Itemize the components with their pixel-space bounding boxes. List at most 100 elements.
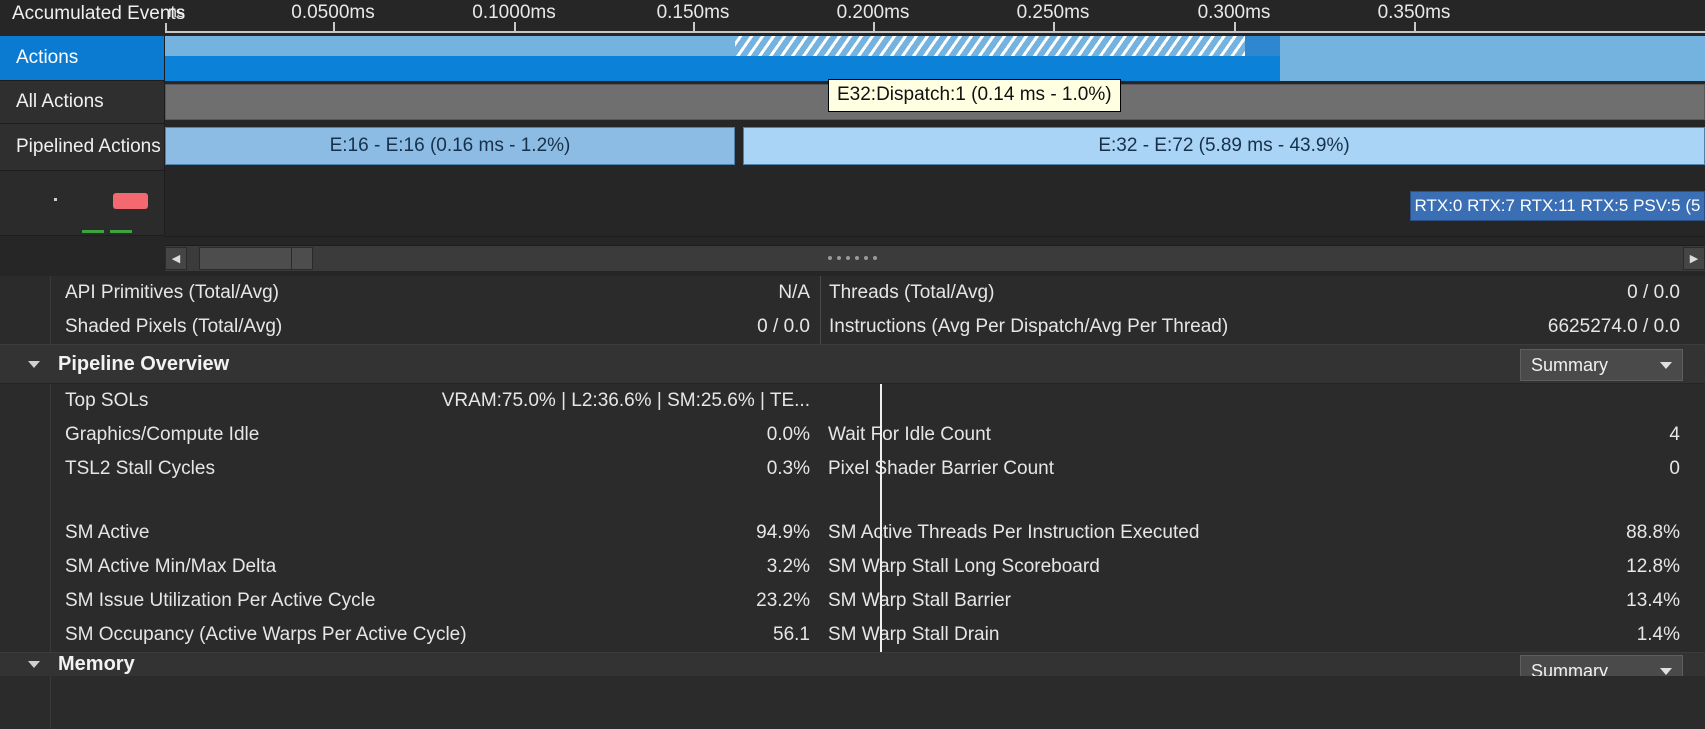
metric-label: Shaded Pixels (Total/Avg) xyxy=(65,316,283,337)
detail-panel: API Primitives (Total/Avg) N/A Threads (… xyxy=(0,276,1705,729)
metric-label: API Primitives (Total/Avg) xyxy=(65,282,279,303)
metric-label: Top SOLs xyxy=(65,390,149,411)
metric-value: 0 xyxy=(1669,458,1680,479)
metric-value: 0.0% xyxy=(766,424,810,445)
table-cell-left: SM Issue Utilization Per Active Cycle 23… xyxy=(0,584,820,618)
metric-label: SM Issue Utilization Per Active Cycle xyxy=(65,590,376,611)
section-title: Pipeline Overview xyxy=(58,352,230,375)
table-row[interactable]: SM Active 94.9% SM Active Threads Per In… xyxy=(0,516,1705,550)
actions-hatched-selection[interactable] xyxy=(735,36,1245,56)
ruler-tick-label: 0.300ms xyxy=(1197,2,1271,23)
metric-value: 12.8% xyxy=(1626,556,1680,577)
chevron-down-icon[interactable] xyxy=(1660,668,1672,675)
select-value: Summary xyxy=(1531,354,1609,375)
timeline-track-pipelined-actions[interactable]: E:16 - E:16 (0.16 ms - 1.2%) E:32 - E:72… xyxy=(165,124,1705,172)
timeline-row-actions[interactable]: Actions xyxy=(0,36,1705,82)
ruler-tick-label: 0.0500ms xyxy=(291,2,375,23)
marker-green-event[interactable] xyxy=(110,230,132,233)
table-cell-right: Threads (Total/Avg) 0 / 0.0 xyxy=(820,276,1705,310)
metric-label: SM Active Threads Per Instruction Execut… xyxy=(828,522,1200,543)
marker-red-event[interactable] xyxy=(113,193,148,209)
table-cell-right: Instructions (Avg Per Dispatch/Avg Per T… xyxy=(820,310,1705,344)
timeline-row-label: Actions xyxy=(16,47,79,68)
metric-value: 13.4% xyxy=(1626,590,1680,611)
metric-value: 94.9% xyxy=(756,522,810,543)
collapse-triangle-icon[interactable] xyxy=(28,360,40,368)
pipelined-bar[interactable]: E:16 - E:16 (0.16 ms - 1.2%) xyxy=(165,127,735,165)
ruler-tick-label: 0.200ms xyxy=(836,2,910,23)
timeline-track-extra[interactable]: RTX:0 RTX:7 RTX:11 RTX:5 PSV:5 (5 xyxy=(165,171,1705,237)
table-cell-right xyxy=(820,384,1705,418)
table-cell-right: SM Active Threads Per Instruction Execut… xyxy=(820,516,1705,550)
table-cell-left: SM Active Min/Max Delta 3.2% xyxy=(0,550,820,584)
ruler-tick-label: 0.1000ms xyxy=(472,2,556,23)
select-value: Summary xyxy=(1531,660,1609,677)
table-spacer xyxy=(0,486,1705,516)
metric-label: SM Active xyxy=(65,522,150,543)
section-header-pipeline-overview[interactable]: Pipeline Overview Summary xyxy=(0,344,1705,384)
metric-value: 0.3% xyxy=(766,458,810,479)
actions-selected-marker[interactable] xyxy=(1245,36,1280,56)
table-row[interactable]: API Primitives (Total/Avg) N/A Threads (… xyxy=(0,276,1705,310)
rtx-bar[interactable]: RTX:0 RTX:7 RTX:11 RTX:5 PSV:5 (5 xyxy=(1410,191,1705,221)
metric-label: SM Occupancy (Active Warps Per Active Cy… xyxy=(65,624,467,645)
metric-value: VRAM:75.0% | L2:36.6% | SM:25.6% | TE... xyxy=(441,390,810,411)
marker-green-event[interactable] xyxy=(82,230,104,233)
timeline-horizontal-scrollbar[interactable]: ◀ ▶ xyxy=(165,245,1705,271)
timeline-track-actions[interactable] xyxy=(165,36,1705,82)
metric-value: N/A xyxy=(778,282,810,303)
table-row[interactable]: TSL2 Stall Cycles 0.3% Pixel Shader Barr… xyxy=(0,452,1705,486)
pipelined-bar-label: E:32 - E:72 (5.89 ms - 43.9%) xyxy=(1098,135,1350,156)
marker-dot-icon xyxy=(54,198,57,201)
table-cell-left: API Primitives (Total/Avg) N/A xyxy=(0,276,820,310)
timeline-ruler[interactable]: ns 0.0500ms 0.1000ms 0.150ms 0.200ms 0.2… xyxy=(0,0,1705,36)
timeline-row-pipelined-actions[interactable]: Pipelined Actions E:16 - E:16 (0.16 ms -… xyxy=(0,124,1705,172)
metric-label: Instructions (Avg Per Dispatch/Avg Per T… xyxy=(829,316,1229,337)
metric-label: SM Warp Stall Long Scoreboard xyxy=(828,556,1100,577)
metric-value: 23.2% xyxy=(756,590,810,611)
timeline-row-extra[interactable]: RTX:0 RTX:7 RTX:11 RTX:5 PSV:5 (5 xyxy=(0,171,1705,237)
actions-band-light-tail xyxy=(1280,56,1705,81)
table-row[interactable]: SM Issue Utilization Per Active Cycle 23… xyxy=(0,584,1705,618)
chevron-down-icon[interactable] xyxy=(1660,362,1672,369)
metric-value: 88.8% xyxy=(1626,522,1680,543)
metric-value: 6625274.0 / 0.0 xyxy=(1547,316,1680,337)
scroll-right-arrow-icon[interactable]: ▶ xyxy=(1683,247,1705,270)
timeline-rows: Actions All Actions All Actions ( xyxy=(0,36,1705,237)
table-row[interactable]: Shaded Pixels (Total/Avg) 0 / 0.0 Instru… xyxy=(0,310,1705,344)
timeline-row-header-all-actions[interactable]: All Actions xyxy=(0,81,165,124)
table-row[interactable]: SM Occupancy (Active Warps Per Active Cy… xyxy=(0,618,1705,652)
scroll-left-arrow-icon[interactable]: ◀ xyxy=(165,247,187,270)
scrollbar-track[interactable]: ▶ xyxy=(187,247,1705,270)
pipelined-bar-label: E:16 - E:16 (0.16 ms - 1.2%) xyxy=(329,135,571,156)
table-cell-left: SM Active 94.9% xyxy=(0,516,820,550)
table-row[interactable]: Top SOLs VRAM:75.0% | L2:36.6% | SM:25.6… xyxy=(0,384,1705,418)
column-divider xyxy=(880,384,882,656)
metric-value: 3.2% xyxy=(766,556,810,577)
profiler-window: ns 0.0500ms 0.1000ms 0.150ms 0.200ms 0.2… xyxy=(0,0,1705,729)
scrollbar-resize-grip[interactable] xyxy=(291,247,313,270)
pipeline-overview-mode-select[interactable]: Summary xyxy=(1520,349,1683,381)
collapse-triangle-icon[interactable] xyxy=(28,661,40,668)
timeline-row-label: All Actions xyxy=(16,91,104,112)
timeline-row-header-pipelined-actions[interactable]: Pipelined Actions xyxy=(0,124,165,171)
table-cell-right: SM Warp Stall Long Scoreboard 12.8% xyxy=(820,550,1705,584)
table-cell-left: SM Occupancy (Active Warps Per Active Cy… xyxy=(0,618,820,652)
table-cell-left: TSL2 Stall Cycles 0.3% xyxy=(0,452,820,486)
ruler-tick-label: 0.250ms xyxy=(1016,2,1090,23)
table-row[interactable]: SM Active Min/Max Delta 3.2% SM Warp Sta… xyxy=(0,550,1705,584)
metric-label: Graphics/Compute Idle xyxy=(65,424,260,445)
ruler-tick-label: 0.350ms xyxy=(1377,2,1451,23)
section-header-memory[interactable]: Memory Summary xyxy=(0,652,1705,676)
timeline-row-header-actions[interactable]: Actions xyxy=(0,36,165,81)
scrollbar-thumb[interactable] xyxy=(199,247,294,270)
metric-value: 4 xyxy=(1669,424,1680,445)
table-cell-right: Wait For Idle Count 4 xyxy=(820,418,1705,452)
memory-mode-select[interactable]: Summary xyxy=(1520,655,1683,676)
pipelined-bar[interactable]: E:32 - E:72 (5.89 ms - 43.9%) xyxy=(743,127,1705,165)
table-row[interactable]: Graphics/Compute Idle 0.0% Wait For Idle… xyxy=(0,418,1705,452)
table-cell-right: Pixel Shader Barrier Count 0 xyxy=(820,452,1705,486)
metric-value: 1.4% xyxy=(1636,624,1680,645)
metric-label: SM Warp Stall Drain xyxy=(828,624,1000,645)
metric-label: SM Warp Stall Barrier xyxy=(828,590,1011,611)
